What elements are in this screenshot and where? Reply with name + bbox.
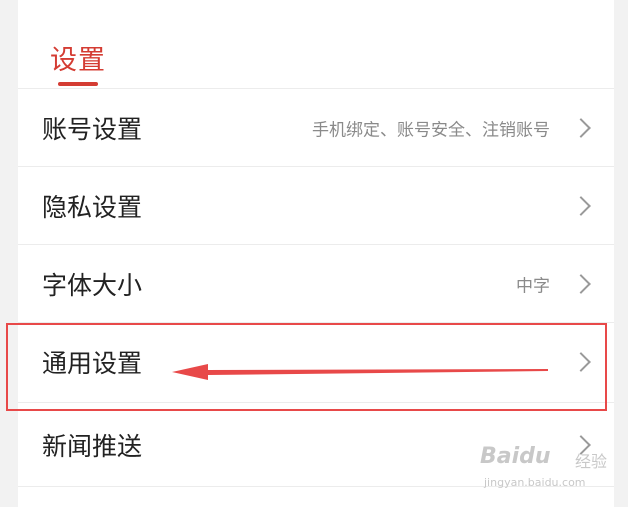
settings-row-privacy[interactable]: 隐私设置 (18, 166, 614, 244)
chevron-right-icon (571, 434, 591, 455)
settings-row-font-size[interactable]: 字体大小 中字 (18, 244, 614, 322)
row-label: 新闻推送 (42, 431, 143, 461)
settings-row-account[interactable]: 账号设置 手机绑定、账号安全、注销账号 (18, 88, 614, 166)
row-value: 手机绑定、账号安全、注销账号 (312, 120, 550, 140)
row-label: 字体大小 (42, 270, 143, 300)
row-label: 通用设置 (42, 348, 143, 378)
settings-tab-header: 设置 (18, 0, 614, 88)
chevron-right-icon (571, 351, 591, 372)
page-title[interactable]: 设置 (50, 38, 106, 77)
chevron-right-icon (571, 117, 591, 138)
settings-row-general[interactable]: 通用设置 (18, 322, 614, 400)
settings-row-news-push[interactable]: 新闻推送 (18, 402, 614, 486)
chevron-right-icon (571, 195, 591, 216)
chevron-right-icon (571, 273, 591, 294)
row-label: 账号设置 (42, 114, 143, 144)
tab-active-indicator (58, 82, 98, 86)
settings-row-next[interactable] (18, 486, 614, 507)
row-value: 中字 (516, 276, 550, 296)
row-label: 隐私设置 (42, 192, 143, 222)
